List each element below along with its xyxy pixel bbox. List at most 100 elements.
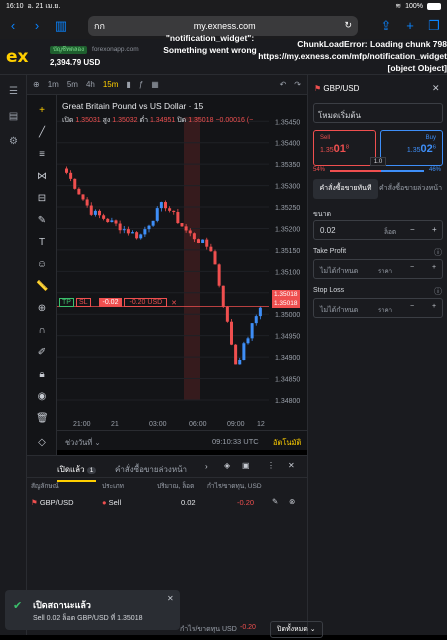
new-tab-icon[interactable]: + bbox=[403, 18, 417, 33]
sl-info-icon[interactable]: ⓘ bbox=[434, 286, 442, 297]
candle bbox=[172, 210, 176, 213]
sl-increase-button[interactable]: + bbox=[432, 303, 436, 310]
tab-label: กก bbox=[94, 20, 105, 31]
close-position-icon[interactable]: ✕ bbox=[171, 299, 177, 307]
redo-icon[interactable]: ↷ bbox=[294, 80, 301, 89]
chevron-right-icon[interactable]: › bbox=[205, 462, 208, 471]
book-icon[interactable]: ▥ bbox=[54, 18, 68, 34]
indicators-icon[interactable]: ƒ bbox=[139, 80, 143, 89]
account-summary[interactable]: บัญชีทดลอง forexonapp.com 2,394.79 USD bbox=[50, 44, 139, 67]
lock-draw-icon[interactable]: ✐ bbox=[36, 347, 48, 359]
buy-button[interactable]: Buy 1.35026 bbox=[380, 130, 443, 166]
candle bbox=[180, 223, 184, 227]
toast-body: Sell 0.02 ล็อต GBP/USD ที่ 1.35018 bbox=[33, 615, 143, 622]
brush-icon[interactable]: ✎ bbox=[36, 215, 48, 227]
diamond-icon[interactable]: ◇ bbox=[36, 437, 48, 449]
tf-4h[interactable]: 4h bbox=[86, 80, 95, 89]
eye-toggle-icon[interactable]: ◈ bbox=[224, 461, 230, 470]
add-indicator-icon[interactable]: ⊕ bbox=[33, 80, 40, 89]
close-panel-icon[interactable]: ✕ bbox=[432, 83, 440, 94]
tf-1m[interactable]: 1m bbox=[48, 80, 59, 89]
candle bbox=[209, 246, 213, 252]
eye-icon[interactable]: ◉ bbox=[36, 391, 48, 403]
price-chart[interactable]: 1.35450 1.35400 1.35350 1.35300 1.35250 1.352… bbox=[57, 95, 307, 430]
volume-decrease-button[interactable]: − bbox=[410, 225, 415, 234]
status-time: 16:10 bbox=[6, 2, 24, 10]
forward-icon[interactable]: › bbox=[30, 18, 44, 33]
sl-decrease-button[interactable]: − bbox=[410, 303, 414, 310]
candle bbox=[155, 208, 159, 221]
close-all-button[interactable]: ปิดทั้งหมด ⌄ bbox=[270, 621, 323, 638]
magnet-icon[interactable]: ∩ bbox=[36, 325, 48, 337]
text-icon[interactable]: T bbox=[36, 237, 48, 249]
y-tick-label: 1.35300 bbox=[275, 184, 300, 191]
back-icon[interactable]: ‹ bbox=[6, 18, 20, 33]
pattern-icon[interactable]: ⋈ bbox=[36, 171, 48, 183]
trash-icon[interactable]: 🗑︎ bbox=[36, 413, 49, 425]
close-value: 1.35018 bbox=[188, 117, 214, 124]
layout-icon[interactable]: ▦ bbox=[151, 80, 159, 89]
price-tag-last: 1.35018 bbox=[272, 299, 300, 308]
trendline-icon[interactable]: ╱ bbox=[36, 127, 48, 139]
emoji-icon[interactable]: ☺ bbox=[36, 259, 48, 271]
briefcase-icon[interactable]: ▤ bbox=[7, 110, 20, 123]
buy-price-big: 02 bbox=[420, 143, 433, 155]
sell-button[interactable]: Sell 1.35018 bbox=[313, 130, 376, 166]
auto-scale-button[interactable]: อัตโนมัติ bbox=[273, 437, 301, 449]
position-volume-tag[interactable]: -0.02 bbox=[98, 298, 123, 307]
exness-logo[interactable]: ex bbox=[6, 47, 29, 67]
close-positions-icon[interactable]: ✕ bbox=[288, 461, 295, 470]
candle bbox=[73, 178, 77, 189]
chart-range-bar: ช่วงวันที่ ⌄ 09:10:33 UTC อัตโนมัติ bbox=[57, 430, 307, 450]
tf-15m[interactable]: 15m bbox=[103, 80, 119, 89]
candle bbox=[118, 223, 122, 231]
lock-icon[interactable]: 🔒︎ bbox=[36, 369, 48, 381]
undo-icon[interactable]: ↶ bbox=[280, 80, 287, 89]
settings-icon[interactable]: ⚙ bbox=[7, 135, 20, 148]
candle bbox=[110, 220, 114, 223]
tp-unit: ราคา bbox=[378, 269, 392, 275]
sl-handle[interactable]: SL bbox=[75, 298, 91, 307]
tabs-icon[interactable]: ❐ bbox=[427, 18, 441, 34]
table-row[interactable]: ⚑ GBP/USD ● Sell 0.02 -0.20 ✎ ⊗ bbox=[27, 492, 307, 512]
toast-title: เปิดสถานะแล้ว bbox=[33, 600, 91, 610]
tf-5m[interactable]: 5m bbox=[67, 80, 78, 89]
candle bbox=[238, 360, 242, 365]
menu-icon[interactable]: ☰ bbox=[7, 85, 20, 98]
reload-icon[interactable]: ↻ bbox=[344, 20, 352, 31]
tab-pending-order[interactable]: คำสั่งซื้อขายล่วงหน้า bbox=[378, 179, 443, 199]
sl-input[interactable]: ไม่ได้กำหนด ราคา − + bbox=[313, 298, 443, 318]
tp-increase-button[interactable]: + bbox=[432, 264, 436, 271]
candle bbox=[258, 307, 262, 317]
edit-position-icon[interactable]: ✎ bbox=[272, 497, 278, 506]
crosshair-icon[interactable]: + bbox=[36, 105, 48, 117]
fib-icon[interactable]: ≡ bbox=[36, 149, 48, 161]
toast-close-icon[interactable]: ✕ bbox=[167, 594, 174, 603]
order-panel: ⚑ GBP/USD ✕ โหมดเริ่มต้น Sell 1.35018 Bu… bbox=[307, 75, 447, 635]
tab-pending-positions[interactable]: คำสั่งซื้อขายล่วงหน้า bbox=[115, 463, 187, 476]
candle bbox=[85, 199, 89, 206]
candle-type-icon[interactable]: ▮ bbox=[126, 80, 130, 89]
tp-info-icon[interactable]: ⓘ bbox=[434, 247, 442, 258]
tp-decrease-button[interactable]: − bbox=[410, 264, 414, 271]
ruler-icon[interactable]: 📏 bbox=[36, 281, 48, 293]
position-line-labels[interactable]: TP SL -0.02 -0.20 USD ✕ bbox=[59, 298, 177, 307]
projection-icon[interactable]: ⊟ bbox=[36, 193, 48, 205]
share-icon[interactable]: ⇪ bbox=[379, 18, 393, 34]
volume-increase-button[interactable]: + bbox=[432, 225, 437, 234]
tab-market-order[interactable]: คำสั่งซื้อขายทันที bbox=[313, 179, 378, 199]
date-range-button[interactable]: ช่วงวันที่ ⌄ bbox=[65, 437, 101, 449]
tp-handle[interactable]: TP bbox=[59, 298, 74, 307]
y-tick-label: 1.35150 bbox=[275, 248, 300, 255]
more-icon[interactable]: ⋮ bbox=[267, 461, 275, 470]
candle bbox=[205, 239, 209, 247]
volume-input[interactable]: 0.02 ล็อต − + bbox=[313, 220, 443, 240]
low-value: 1.34951 bbox=[149, 117, 176, 124]
tab-open-positions[interactable]: เปิดแล้ว 1 bbox=[57, 463, 97, 482]
tp-input[interactable]: ไม่ได้กำหนด ราคา − + bbox=[313, 259, 443, 279]
copy-icon[interactable]: ▣ bbox=[242, 461, 250, 470]
close-position-row-icon[interactable]: ⊗ bbox=[289, 497, 295, 506]
order-mode-select[interactable]: โหมดเริ่มต้น bbox=[313, 103, 443, 123]
close-label: ปิด bbox=[177, 117, 187, 124]
zoom-icon[interactable]: ⊕ bbox=[36, 303, 48, 315]
